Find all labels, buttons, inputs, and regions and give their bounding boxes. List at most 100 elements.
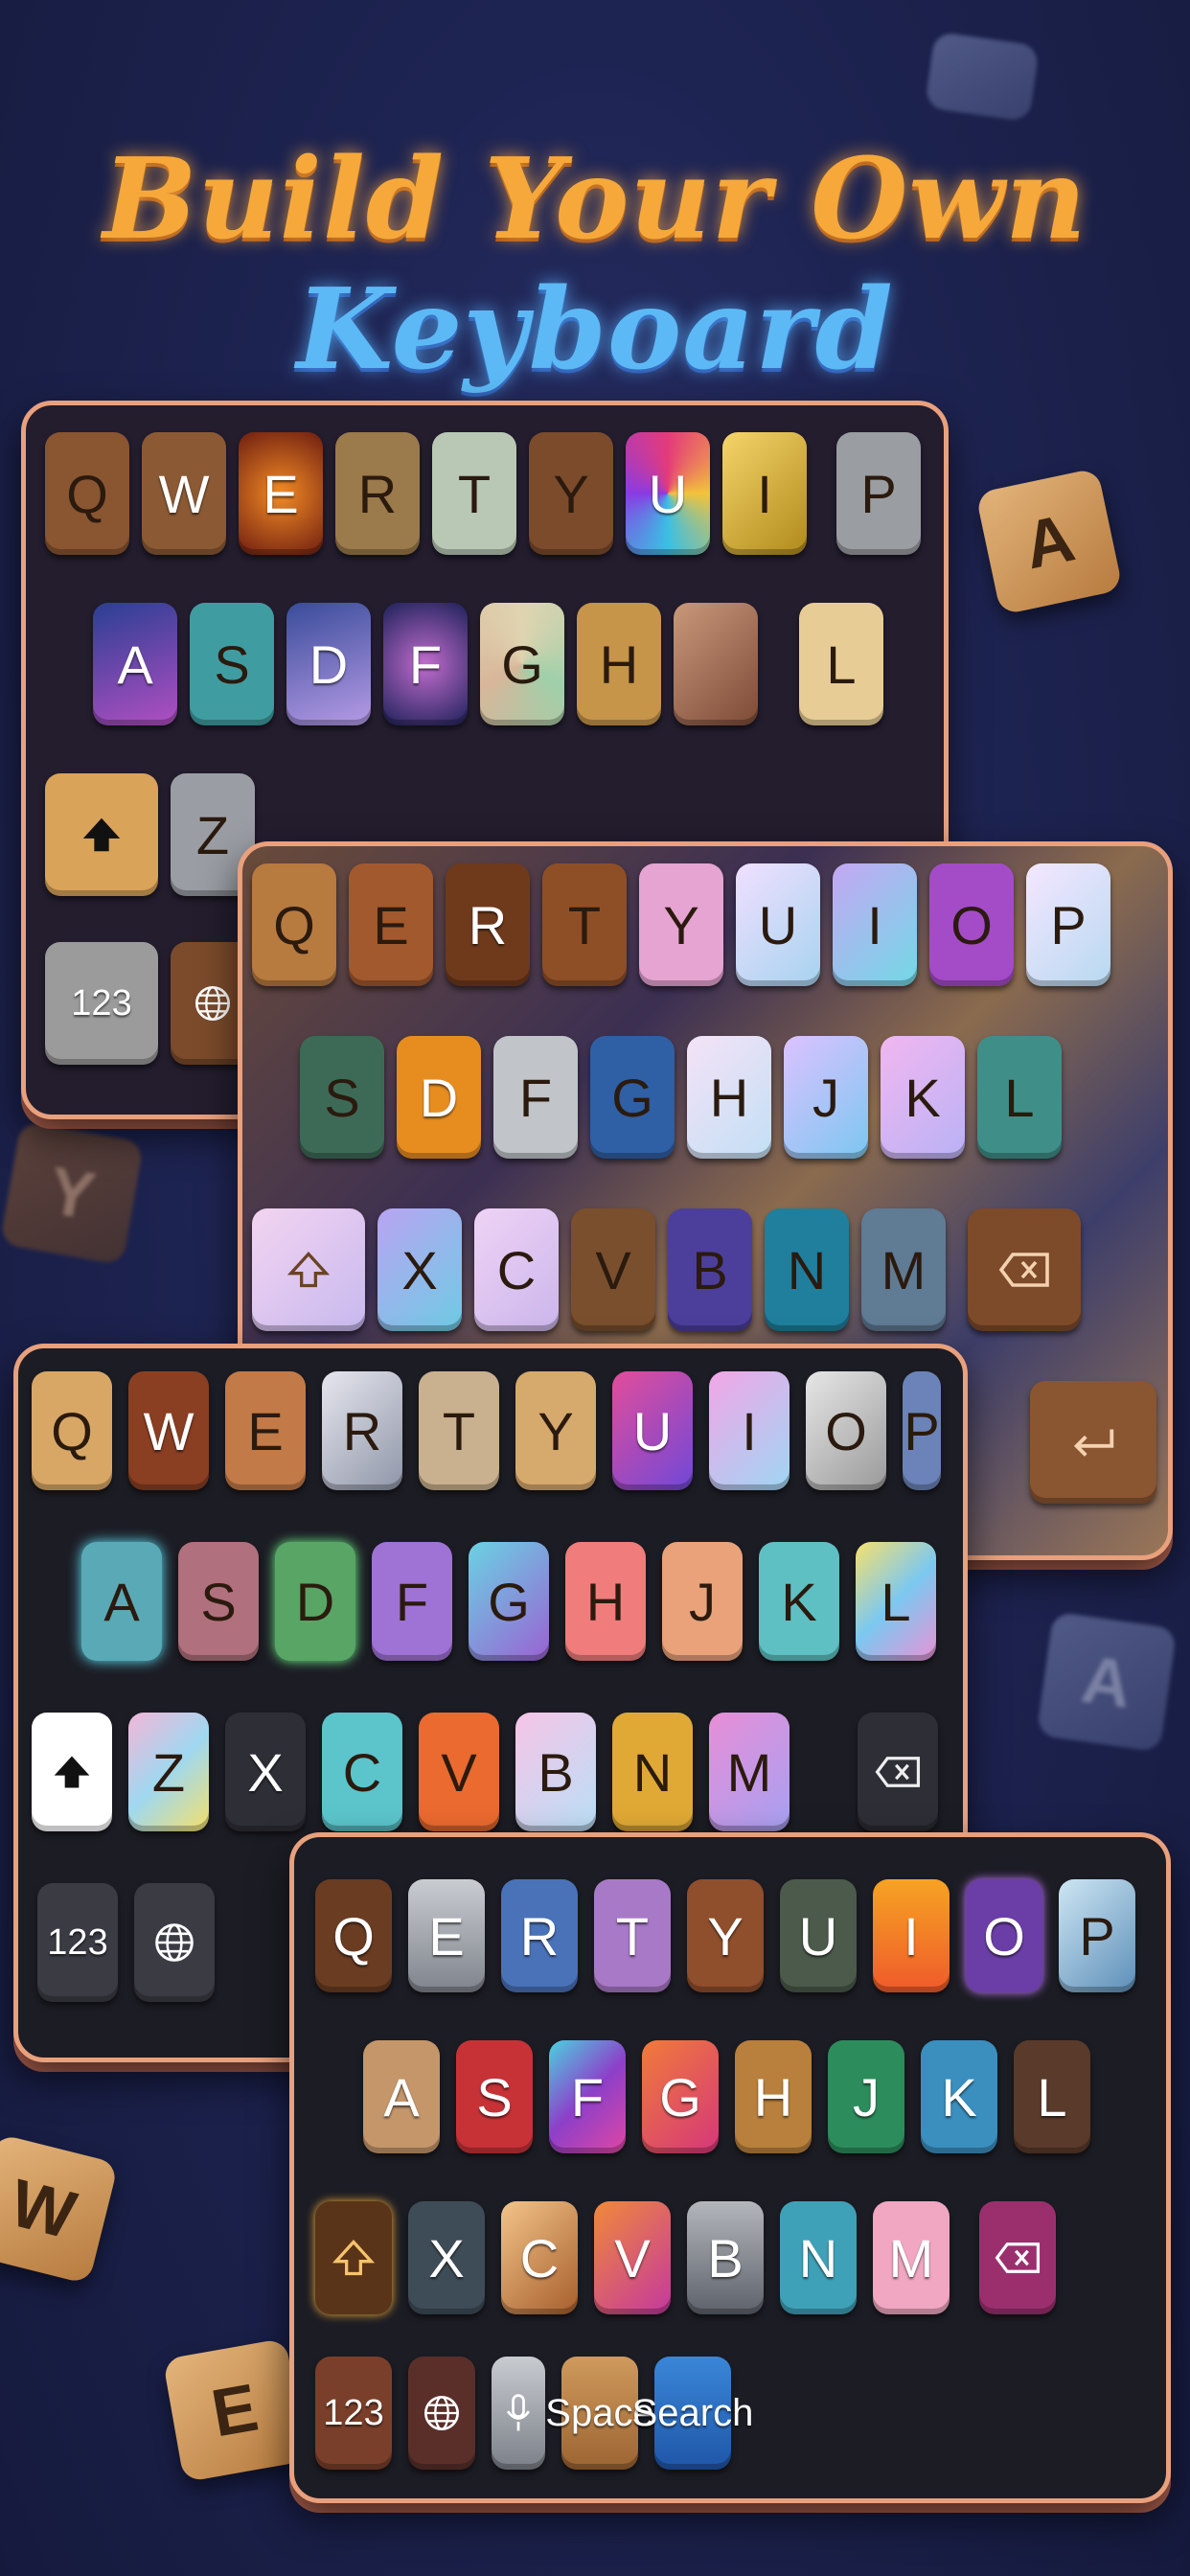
- numbers-key[interactable]: 123: [45, 942, 158, 1065]
- key-y[interactable]: Y: [529, 432, 613, 555]
- key-p[interactable]: P: [1026, 863, 1110, 986]
- globe-key[interactable]: [134, 1883, 215, 2002]
- key-q[interactable]: Q: [45, 432, 129, 555]
- shift-key[interactable]: [45, 773, 158, 896]
- key-g[interactable]: G: [469, 1542, 549, 1661]
- key-j-blank[interactable]: [674, 603, 758, 725]
- key-z[interactable]: Z: [128, 1713, 209, 1831]
- key-d[interactable]: D: [286, 603, 371, 725]
- key-i[interactable]: I: [833, 863, 917, 986]
- key-w[interactable]: W: [142, 432, 226, 555]
- key-a[interactable]: A: [93, 603, 177, 725]
- key-m[interactable]: M: [861, 1208, 946, 1331]
- key-e[interactable]: E: [239, 432, 323, 555]
- shift-key[interactable]: [315, 2201, 392, 2314]
- key-i[interactable]: I: [722, 432, 807, 555]
- key-t[interactable]: T: [594, 1879, 671, 1992]
- key-v[interactable]: V: [594, 2201, 671, 2314]
- key-g[interactable]: G: [480, 603, 564, 725]
- backspace-key[interactable]: [858, 1713, 938, 1831]
- key-e[interactable]: E: [349, 863, 433, 986]
- key-i[interactable]: I: [873, 1879, 950, 1992]
- key-c[interactable]: C: [474, 1208, 559, 1331]
- key-a[interactable]: A: [363, 2040, 440, 2153]
- backspace-key[interactable]: [968, 1208, 1081, 1331]
- key-m[interactable]: M: [709, 1713, 790, 1831]
- key-x[interactable]: X: [408, 2201, 485, 2314]
- key-k[interactable]: K: [881, 1036, 965, 1159]
- key-d[interactable]: D: [397, 1036, 481, 1159]
- key-n[interactable]: N: [780, 2201, 857, 2314]
- key-j[interactable]: J: [662, 1542, 743, 1661]
- key-g[interactable]: G: [642, 2040, 719, 2153]
- key-s[interactable]: S: [190, 603, 274, 725]
- key-l[interactable]: L: [1014, 2040, 1090, 2153]
- key-g[interactable]: G: [590, 1036, 675, 1159]
- key-r[interactable]: R: [335, 432, 420, 555]
- key-i[interactable]: I: [709, 1371, 790, 1490]
- key-u[interactable]: U: [780, 1879, 857, 1992]
- key-q[interactable]: Q: [32, 1371, 112, 1490]
- key-v[interactable]: V: [571, 1208, 655, 1331]
- key-s[interactable]: S: [456, 2040, 533, 2153]
- key-b[interactable]: B: [668, 1208, 752, 1331]
- key-x[interactable]: X: [378, 1208, 462, 1331]
- key-q[interactable]: Q: [252, 863, 336, 986]
- key-a[interactable]: A: [81, 1542, 162, 1661]
- key-p[interactable]: P: [836, 432, 921, 555]
- return-key[interactable]: [1030, 1381, 1156, 1504]
- key-v[interactable]: V: [419, 1713, 499, 1831]
- key-h[interactable]: H: [577, 603, 661, 725]
- numbers-key[interactable]: 123: [315, 2357, 392, 2470]
- key-k[interactable]: K: [921, 2040, 997, 2153]
- shift-key[interactable]: [32, 1713, 112, 1831]
- keyboard-theme-4[interactable]: Q E R T Y U I O P A S F G H J K L X C V …: [289, 1832, 1171, 2503]
- key-u[interactable]: U: [612, 1371, 693, 1490]
- key-l[interactable]: L: [856, 1542, 936, 1661]
- key-r[interactable]: R: [446, 863, 530, 986]
- key-f[interactable]: F: [383, 603, 468, 725]
- key-u[interactable]: U: [626, 432, 710, 555]
- key-n[interactable]: N: [765, 1208, 849, 1331]
- backspace-key[interactable]: [979, 2201, 1056, 2314]
- key-s[interactable]: S: [178, 1542, 259, 1661]
- key-h[interactable]: H: [735, 2040, 812, 2153]
- key-l[interactable]: L: [799, 603, 883, 725]
- microphone-key[interactable]: [492, 2357, 545, 2470]
- key-e[interactable]: E: [225, 1371, 306, 1490]
- key-u[interactable]: U: [736, 863, 820, 986]
- key-j[interactable]: J: [784, 1036, 868, 1159]
- key-q[interactable]: Q: [315, 1879, 392, 1992]
- key-c[interactable]: C: [501, 2201, 578, 2314]
- key-n[interactable]: N: [612, 1713, 693, 1831]
- shift-key[interactable]: [252, 1208, 365, 1331]
- key-s[interactable]: S: [300, 1036, 384, 1159]
- key-y[interactable]: Y: [515, 1371, 596, 1490]
- key-f[interactable]: F: [372, 1542, 452, 1661]
- key-p[interactable]: P: [903, 1371, 941, 1490]
- key-c[interactable]: C: [322, 1713, 402, 1831]
- key-j[interactable]: J: [828, 2040, 904, 2153]
- key-o[interactable]: O: [929, 863, 1014, 986]
- key-o[interactable]: O: [806, 1371, 886, 1490]
- key-b[interactable]: B: [687, 2201, 764, 2314]
- key-f[interactable]: F: [549, 2040, 626, 2153]
- key-t[interactable]: T: [419, 1371, 499, 1490]
- numbers-key[interactable]: 123: [37, 1883, 118, 2002]
- key-b[interactable]: B: [515, 1713, 596, 1831]
- key-e[interactable]: E: [408, 1879, 485, 1992]
- key-l[interactable]: L: [977, 1036, 1062, 1159]
- key-o[interactable]: O: [966, 1879, 1042, 1992]
- key-t[interactable]: T: [542, 863, 627, 986]
- key-y[interactable]: Y: [687, 1879, 764, 1992]
- search-key[interactable]: Search: [632, 2357, 753, 2470]
- key-h[interactable]: H: [565, 1542, 646, 1661]
- key-m[interactable]: M: [873, 2201, 950, 2314]
- key-d[interactable]: D: [275, 1542, 355, 1661]
- key-p[interactable]: P: [1059, 1879, 1135, 1992]
- key-y[interactable]: Y: [639, 863, 723, 986]
- key-t[interactable]: T: [432, 432, 516, 555]
- globe-key[interactable]: [408, 2357, 475, 2470]
- space-key[interactable]: Space: [545, 2357, 654, 2470]
- key-k[interactable]: K: [759, 1542, 839, 1661]
